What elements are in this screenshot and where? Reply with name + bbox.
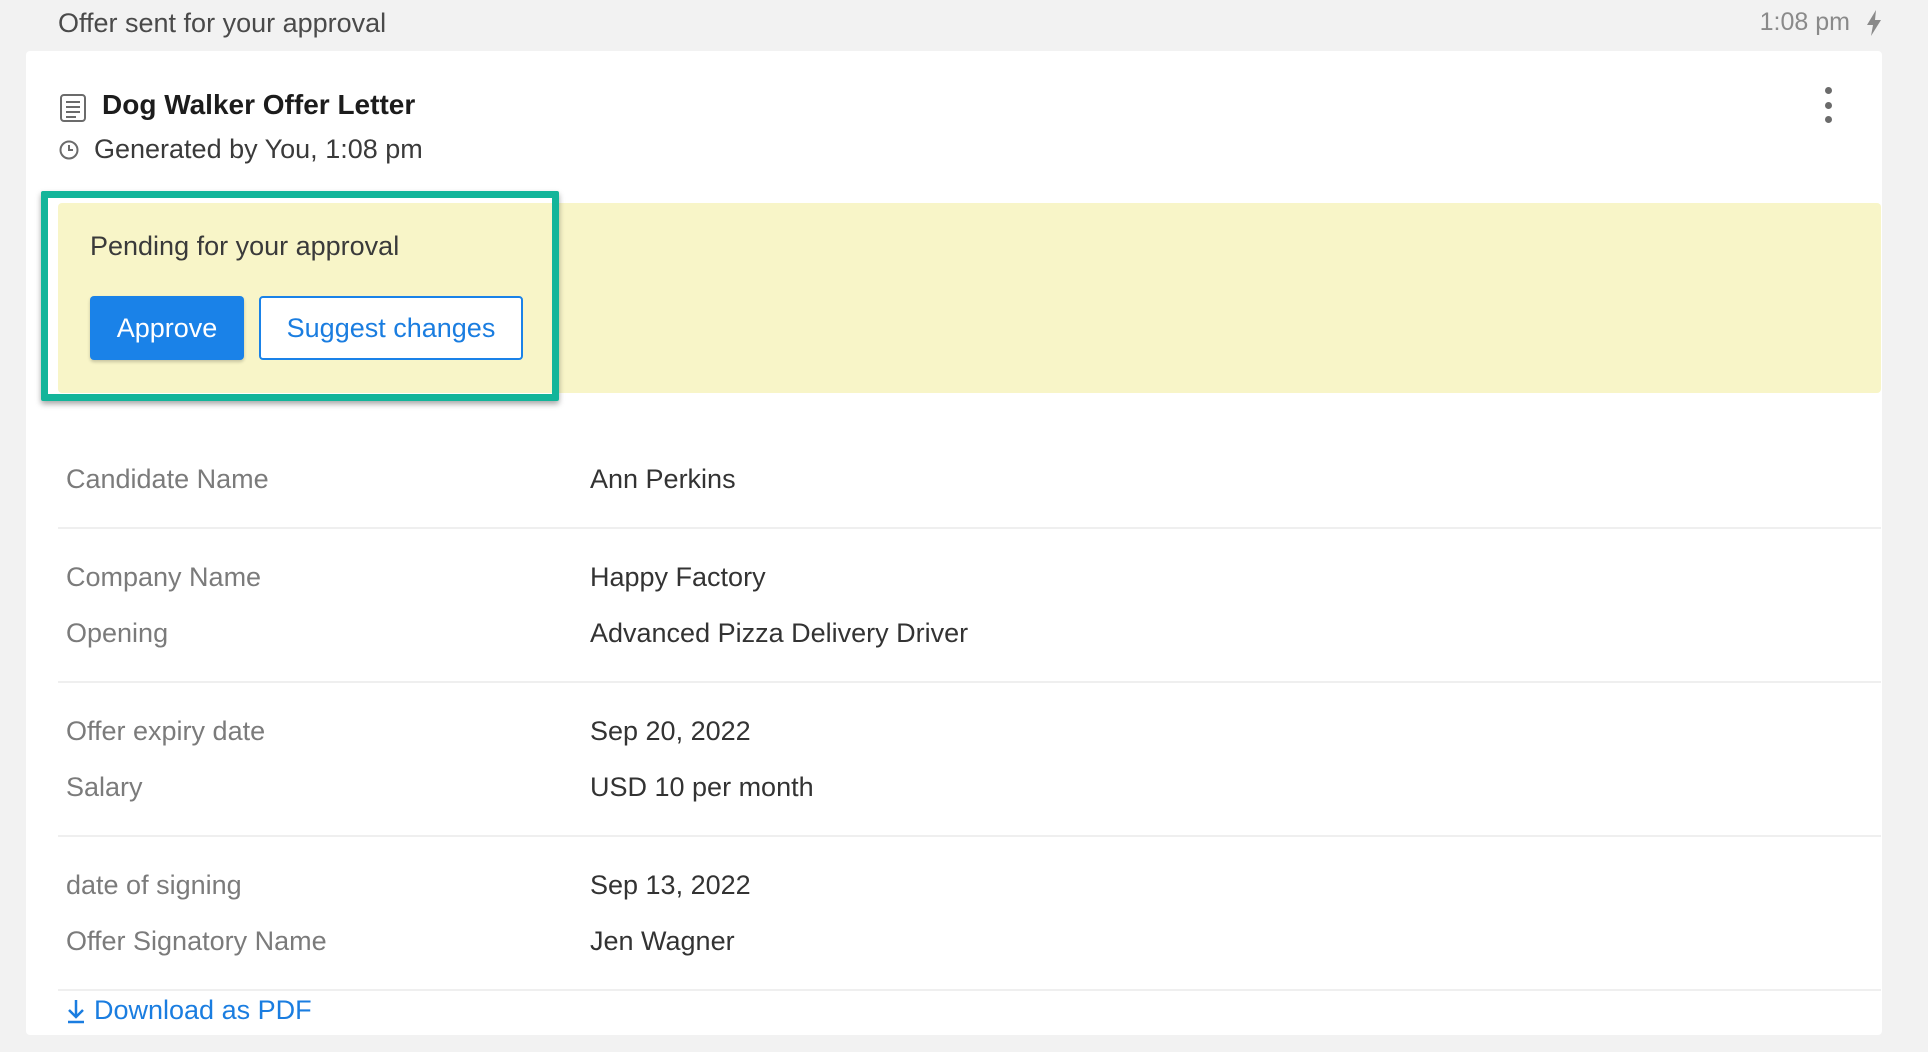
clock-icon (59, 140, 79, 160)
detail-value: Jen Wagner (590, 925, 735, 956)
lightning-icon (1867, 9, 1881, 36)
detail-label: Salary (66, 771, 143, 802)
detail-row: Offer expiry date Sep 20, 2022 (58, 703, 1881, 759)
activity-meta: 1:08 pm (1760, 8, 1884, 37)
generated-info: Generated by You, 1:08 pm (94, 134, 423, 164)
detail-value: Happy Factory (590, 561, 766, 592)
detail-label: Offer Signatory Name (66, 925, 327, 956)
details-group: Company Name Happy Factory Opening Advan… (58, 529, 1881, 683)
detail-value: USD 10 per month (590, 771, 814, 802)
offer-card: Dog Walker Offer Letter Generated by You… (26, 51, 1882, 1035)
document-icon (60, 94, 86, 122)
details-group: date of signing Sep 13, 2022 Offer Signa… (58, 837, 1881, 991)
detail-label: Opening (66, 617, 169, 648)
approve-button[interactable]: Approve (90, 296, 244, 360)
activity-header: Offer sent for your approval 1:08 pm (0, 0, 1928, 50)
detail-label: Company Name (66, 561, 262, 592)
detail-row: Salary USD 10 per month (58, 759, 1881, 815)
detail-row: Company Name Happy Factory (58, 549, 1881, 605)
details-group: Candidate Name Ann Perkins (58, 431, 1881, 529)
approval-status: Pending for your approval (90, 231, 400, 261)
activity-title: Offer sent for your approval (58, 8, 387, 38)
download-pdf-link[interactable]: Download as PDF (66, 995, 312, 1026)
detail-row: Opening Advanced Pizza Delivery Driver (58, 605, 1881, 661)
detail-label: Candidate Name (66, 463, 269, 494)
detail-value: Ann Perkins (590, 463, 736, 494)
detail-value: Sep 20, 2022 (590, 715, 751, 746)
detail-value: Sep 13, 2022 (590, 869, 751, 900)
detail-row: date of signing Sep 13, 2022 (58, 857, 1881, 913)
offer-title: Dog Walker Offer Letter (102, 89, 416, 120)
details-group: Offer expiry date Sep 20, 2022 Salary US… (58, 683, 1881, 837)
download-label: Download as PDF (94, 995, 312, 1025)
detail-value: Advanced Pizza Delivery Driver (590, 617, 969, 648)
activity-time: 1:08 pm (1759, 8, 1850, 36)
detail-label: date of signing (66, 869, 242, 900)
detail-row: Offer Signatory Name Jen Wagner (58, 913, 1881, 969)
detail-row: Candidate Name Ann Perkins (58, 451, 1881, 507)
suggest-changes-button[interactable]: Suggest changes (259, 296, 523, 360)
download-icon (68, 999, 84, 1023)
detail-label: Offer expiry date (66, 715, 266, 746)
more-options-icon[interactable] (1818, 87, 1838, 123)
offer-details: Candidate Name Ann Perkins Company Name … (58, 431, 1881, 991)
